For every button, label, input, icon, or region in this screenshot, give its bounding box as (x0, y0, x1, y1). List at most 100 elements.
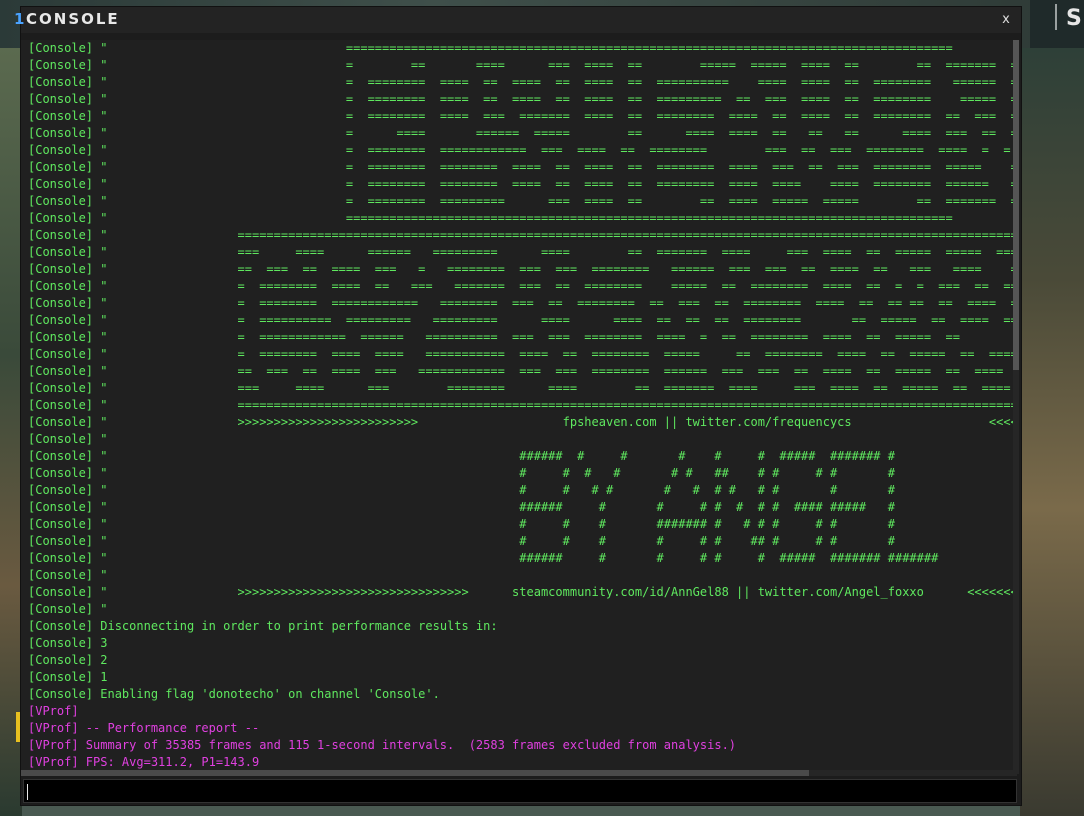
console-line-prefix: [Console] (28, 398, 94, 412)
console-line-prefix: [Console] (28, 500, 94, 514)
console-line-prefix: [Console] (28, 347, 94, 361)
console-line: [Console] " = ======== ============ ====… (28, 295, 1017, 312)
console-line-prefix: [Console] (28, 313, 94, 327)
console-line: [Console] Disconnecting in order to prin… (28, 618, 498, 635)
console-line-prefix: [VProf] (28, 738, 79, 752)
console-line: [Console] " ============================… (28, 40, 953, 57)
console-line: [Console] " == === == ==== === = =======… (28, 261, 1017, 278)
game-scene-left (0, 48, 22, 816)
console-line: [Console] " = ======== ======== ==== == … (28, 176, 1017, 193)
console-line-prefix: [Console] (28, 517, 94, 531)
console-line-text: " = ==== ====== ===== == ==== ==== == ==… (93, 126, 1017, 140)
console-line: [Console] " = ======== ==== == ==== == =… (28, 91, 1017, 108)
console-line-text: " # # # # # # ## # # # # # (93, 466, 895, 480)
console-line-prefix: [Console] (28, 143, 94, 157)
console-line-text: " = ======== ==== == === ======= === == … (93, 279, 1017, 293)
console-line: [VProf] -- Performance report -- (28, 720, 259, 737)
console-line-prefix: [Console] (28, 415, 94, 429)
console-line-text: 3 (93, 636, 108, 650)
console-line: [Console] " = ======== ==== === ======= … (28, 108, 1017, 125)
console-line-text: " == === == ==== === ============ === ==… (93, 364, 1017, 378)
console-line-prefix: [Console] (28, 194, 94, 208)
console-line: [Console] " # # # # # # ## # # # # # (28, 465, 895, 482)
console-command-input[interactable] (23, 779, 1017, 803)
console-line-text: " ======================================… (93, 398, 1017, 412)
console-titlebar[interactable]: 1 CONSOLE x (14, 7, 1021, 33)
console-line-prefix: [VProf] (28, 721, 79, 735)
console-window[interactable]: 1 CONSOLE x [Console] " ================… (14, 6, 1022, 806)
console-line-prefix: [Console] (28, 228, 94, 242)
console-line-prefix: [Console] (28, 58, 94, 72)
console-line: [Console] " === ==== ====== ========= ==… (28, 244, 1017, 261)
console-line: [Console] " ============================… (28, 227, 1017, 244)
console-line-text: " = ======== ========= === ==== == == ==… (93, 194, 1017, 208)
console-line-prefix: [Console] (28, 75, 94, 89)
console-line: [Console] " # # # # # # ## # # # # (28, 533, 895, 550)
console-line-prefix: [Console] (28, 534, 94, 548)
console-line-text: FPS: Avg=311.2, P1=143.9 (78, 755, 260, 769)
console-line: [Console] " = ==== ====== ===== == ==== … (28, 125, 1017, 142)
console-line-text: " ###### # # # # # ##### ####### ####### (93, 551, 939, 565)
console-line-prefix: [Console] (28, 449, 94, 463)
console-line-text: 1 (93, 670, 108, 684)
console-line: [Console] " # # # # # # # # # # # # (28, 482, 895, 499)
console-title-number: 1 (14, 10, 25, 28)
console-line-text: " # # # ####### # # # # # # # (93, 517, 895, 531)
console-line-prefix: [Console] (28, 364, 94, 378)
console-line-prefix: [Console] (28, 568, 94, 582)
console-line: [Console] " (28, 431, 107, 448)
console-line-text: " ###### # # # # # ##### ####### # (93, 449, 895, 463)
console-line: [Console] " >>>>>>>>>>>>>>>>>>>>>>>>>>>>… (28, 584, 1017, 601)
console-line-prefix: [Console] (28, 262, 94, 276)
console-line-text: Disconnecting in order to print performa… (93, 619, 498, 633)
console-line-text: " = ======== ==== == ==== == ==== == ===… (93, 92, 1017, 106)
console-line-text: " >>>>>>>>>>>>>>>>>>>>>>>>>>>>>>>> steam… (93, 585, 1017, 599)
console-line-text: " ======================================… (93, 41, 953, 55)
console-line-prefix: [Console] (28, 279, 94, 293)
console-line-prefix: [VProf] (28, 704, 79, 718)
console-line: [Console] " === ==== === ======== ==== =… (28, 380, 1017, 397)
vertical-scrollbar-thumb[interactable] (1013, 40, 1019, 370)
horizontal-scrollbar-thumb[interactable] (21, 770, 809, 776)
console-title: CONSOLE (26, 10, 120, 28)
console-line: [Console] " (28, 567, 107, 584)
console-line-text: " === ==== === ======== ==== == ======= … (93, 381, 1017, 395)
console-line-prefix: [Console] (28, 432, 94, 446)
console-line-text: " = ======== ==== == ==== == ==== == ===… (93, 75, 1017, 89)
console-line: [Console] " = ======== ==== == === =====… (28, 278, 1017, 295)
console-line-prefix: [Console] (28, 670, 94, 684)
console-line-prefix: [Console] (28, 126, 94, 140)
console-line-text: " = ======== ==== ==== =========== ==== … (93, 347, 1017, 361)
console-line: [Console] " = ============ ====== ======… (28, 329, 1017, 346)
console-line-text: " ======================================… (93, 228, 1017, 242)
console-line: [Console] " == === == ==== === =========… (28, 363, 1017, 380)
console-line-prefix: [Console] (28, 330, 94, 344)
console-line-prefix: [Console] (28, 41, 94, 55)
console-line-prefix: [Console] (28, 619, 94, 633)
console-line-text: " >>>>>>>>>>>>>>>>>>>>>>>>> fpsheaven.co… (93, 415, 1017, 429)
console-line: [Console] " ============================… (28, 397, 1017, 414)
console-line-text: " (93, 568, 108, 582)
console-line-text: " = ========== ========= ========= ==== … (93, 313, 1017, 327)
console-line: [Console] " = ======== ======== ==== == … (28, 159, 1017, 176)
console-line: [Console] " = ======== ==== == ==== == =… (28, 74, 1017, 91)
console-line-prefix: [Console] (28, 160, 94, 174)
console-line-text: " = == ==== === ==== == ===== ===== ====… (93, 58, 1017, 72)
console-line: [VProf] (28, 703, 79, 720)
console-line-text: " == === == ==== === = ======== === === … (93, 262, 1017, 276)
console-log[interactable]: [Console] " ============================… (21, 40, 1017, 774)
console-line-prefix: [Console] (28, 211, 94, 225)
console-line-prefix: [Console] (28, 177, 94, 191)
console-line-text: " ###### # # # # # # # #### ##### # (93, 500, 895, 514)
console-line-prefix: [VProf] (28, 755, 79, 769)
close-button[interactable]: x (997, 10, 1015, 30)
console-line-prefix: [Console] (28, 466, 94, 480)
console-line: [Console] " (28, 601, 107, 618)
console-line-text: Enabling flag 'donotecho' on channel 'Co… (93, 687, 440, 701)
console-line-prefix: [Console] (28, 483, 94, 497)
console-line: [Console] " = ======== ========= === ===… (28, 193, 1017, 210)
console-line-prefix: [Console] (28, 92, 94, 106)
console-line: [Console] " = ======== ==== ==== =======… (28, 346, 1017, 363)
hud-divider (1055, 4, 1057, 30)
console-line-text: " = ======== ======== ==== == ==== == ==… (93, 160, 1017, 174)
